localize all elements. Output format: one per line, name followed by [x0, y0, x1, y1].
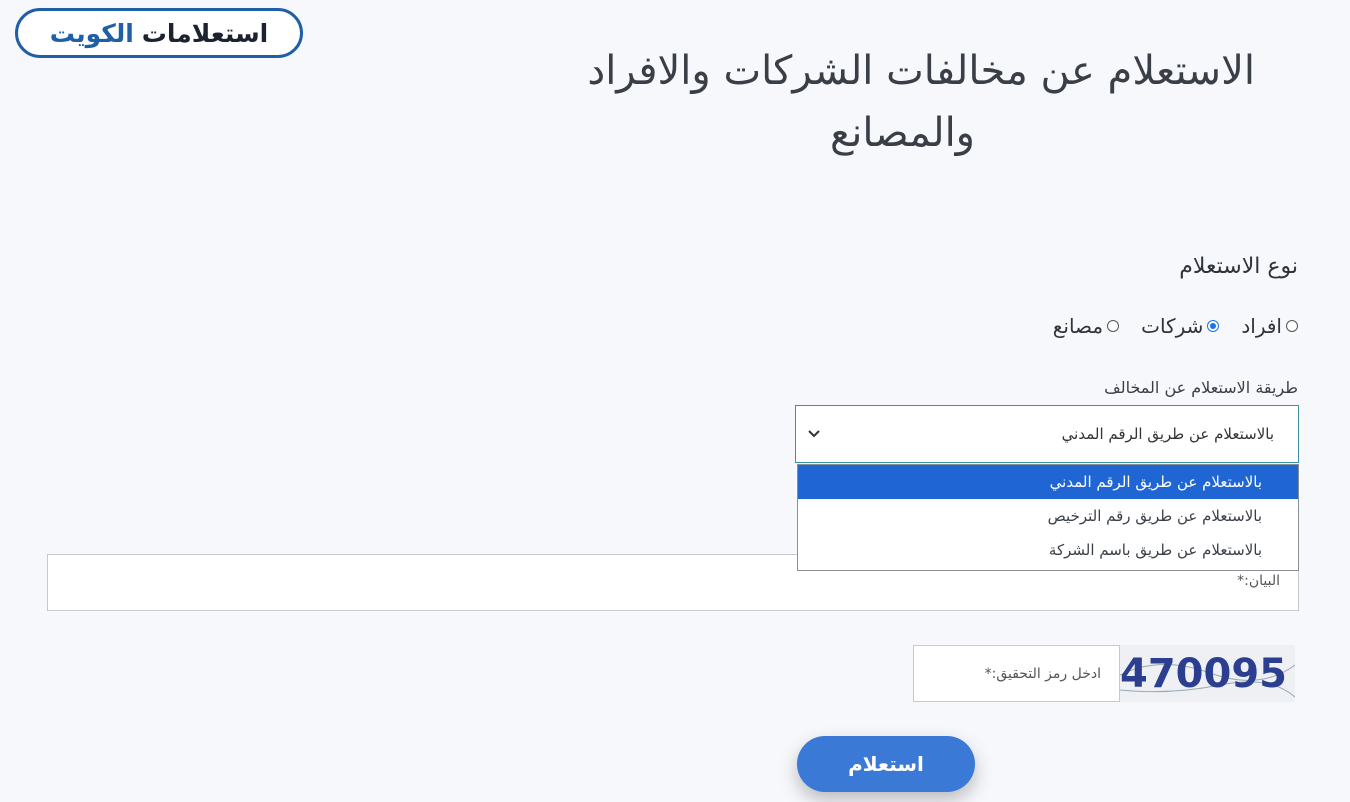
submit-button[interactable]: استعلام — [797, 736, 975, 792]
captcha-input[interactable]: ادخل رمز التحقيق:* — [913, 645, 1120, 702]
chevron-down-icon[interactable] — [808, 426, 820, 442]
radio-button-icon[interactable] — [1107, 320, 1120, 332]
inquiry-type-radio-group: افراد شركات مصانع — [1053, 314, 1298, 338]
captcha-image: 470095 — [1120, 645, 1295, 702]
page-title: الاستعلام عن مخالفات الشركات والافراد وا… — [455, 40, 1255, 164]
method-label: طريقة الاستعلام عن المخالف — [1104, 378, 1298, 397]
radio-button-icon[interactable] — [1286, 320, 1298, 332]
site-logo[interactable]: استعلامات الكويت — [15, 8, 303, 58]
radio-companies[interactable]: شركات — [1141, 314, 1220, 338]
radio-label-factories: مصانع — [1052, 314, 1104, 338]
page-title-line1: الاستعلام عن مخالفات الشركات والافراد — [587, 48, 1255, 94]
logo-text-part2: الكويت — [49, 18, 134, 48]
radio-button-selected-icon[interactable] — [1207, 320, 1220, 332]
dropdown-option-company-name[interactable]: بالاستعلام عن طريق باسم الشركة — [798, 533, 1298, 567]
radio-label-companies: شركات — [1141, 314, 1204, 338]
captcha-char: 470095 — [1120, 651, 1287, 697]
radio-factories[interactable]: مصانع — [1052, 314, 1120, 338]
dropdown-option-license-number[interactable]: بالاستعلام عن طريق رقم الترخيص — [798, 499, 1298, 533]
logo-text-part1: استعلامات — [141, 18, 269, 48]
method-select-value: بالاستعلام عن طريق الرقم المدني — [1061, 425, 1274, 443]
radio-label-individuals: افراد — [1241, 314, 1282, 338]
data-input-label: البيان:* — [1237, 573, 1280, 589]
dropdown-option-civil-id[interactable]: بالاستعلام عن طريق الرقم المدني — [798, 465, 1298, 499]
inquiry-type-label: نوع الاستعلام — [1179, 254, 1298, 279]
page-title-line2: والمصانع — [829, 110, 975, 156]
radio-individuals[interactable]: افراد — [1241, 314, 1298, 338]
method-dropdown-list: بالاستعلام عن طريق الرقم المدني بالاستعل… — [797, 464, 1299, 571]
method-select[interactable]: بالاستعلام عن طريق الرقم المدني — [795, 405, 1299, 463]
captcha-input-label: ادخل رمز التحقيق:* — [984, 666, 1101, 682]
